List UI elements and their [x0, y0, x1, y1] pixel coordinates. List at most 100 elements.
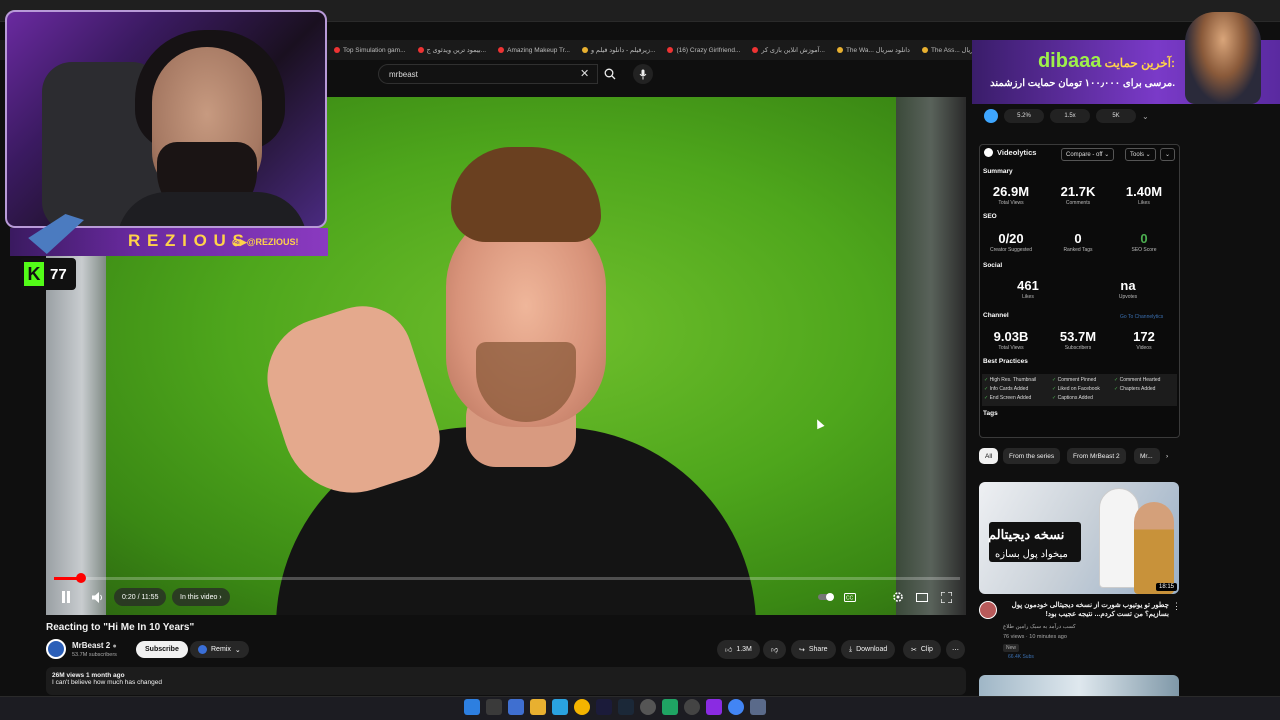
- volume-button[interactable]: [88, 586, 108, 608]
- channel-avatar[interactable]: [46, 639, 66, 659]
- telegram-icon[interactable]: [552, 699, 568, 715]
- bookmark-item[interactable]: Amazing Makeup Tr...: [494, 47, 574, 54]
- stat-pill: 1.5x: [1050, 109, 1090, 123]
- extension-logo-icon[interactable]: [984, 109, 998, 123]
- more-actions-button[interactable]: ⋯: [946, 640, 965, 659]
- best-practice-item: Comment Hearted: [1114, 377, 1161, 383]
- remix-button[interactable]: Remix ⌄: [190, 641, 249, 658]
- chip-from-channel[interactable]: From MrBeast 2: [1067, 448, 1126, 464]
- microphone-icon: [639, 69, 647, 79]
- more-icon[interactable]: ⋮: [1172, 601, 1181, 612]
- verified-icon: ●: [112, 643, 117, 650]
- recommended-title[interactable]: چطور تو یوتیوب شورت از نسخه دیجیتالی خود…: [1001, 601, 1169, 620]
- metric-upvotes: na Upvotes: [1118, 278, 1138, 300]
- chip-all[interactable]: All: [979, 448, 999, 464]
- chip-more[interactable]: Mr...: [1134, 448, 1160, 464]
- search-input[interactable]: mrbeast: [378, 64, 598, 84]
- recommended-channel[interactable]: کسب درآمد به سبک رامین طلاع: [1003, 624, 1076, 630]
- donation-message: مرسی برای ۱۰۰٫۰۰۰ تومان حمایت ارزشمند.: [990, 78, 1175, 89]
- clear-search-icon[interactable]: ✕: [580, 67, 589, 80]
- chips-next-button[interactable]: ›: [1160, 448, 1174, 464]
- best-practice-item: Captions Added: [1052, 395, 1093, 401]
- app-icon[interactable]: [662, 699, 678, 715]
- metric-subscribers: 53.7M Subscribers: [1059, 329, 1097, 351]
- compare-button[interactable]: Compare - off ⌄: [1061, 148, 1115, 161]
- search-button[interactable]: [598, 64, 622, 84]
- search-icon[interactable]: [486, 699, 502, 715]
- settings-button[interactable]: [888, 586, 908, 608]
- bookmark-icon: [498, 47, 505, 53]
- metric-channel-views: 9.03B Total Views: [993, 329, 1029, 351]
- tools-button[interactable]: Tools ⌄: [1125, 148, 1156, 161]
- bookmark-item[interactable]: Top Simulation gam...: [330, 47, 410, 54]
- best-practice-item: Liked on Facebook: [1052, 386, 1100, 392]
- collapse-button[interactable]: ⌄: [1160, 148, 1176, 161]
- chrome-icon[interactable]: [574, 699, 590, 715]
- search-icon: [604, 68, 616, 80]
- channel-name[interactable]: MrBeast 2 ●: [72, 641, 117, 650]
- volume-icon: [92, 591, 102, 603]
- download-button[interactable]: ⤓ Download: [841, 640, 896, 659]
- photoshop-icon[interactable]: [596, 699, 612, 715]
- dislike-button[interactable]: 👎︎: [763, 640, 787, 659]
- video-progress-bar[interactable]: [54, 573, 960, 583]
- pause-button[interactable]: [56, 586, 76, 608]
- recommended-channel-avatar[interactable]: [979, 601, 997, 619]
- subscriber-count: 53.7M subscribers: [72, 652, 117, 658]
- streamer-handle: ◎▶@REZIOUS!: [232, 237, 299, 247]
- windows-start-icon[interactable]: [464, 699, 480, 715]
- app-icon[interactable]: [508, 699, 524, 715]
- bookmark-item[interactable]: (16) Crazy Girlfriend...: [663, 47, 744, 54]
- bookmark-icon: [752, 47, 759, 53]
- thumbs-up-icon: 👍︎: [725, 647, 733, 654]
- theater-mode-button[interactable]: [912, 586, 932, 608]
- calculator-icon[interactable]: [750, 699, 766, 715]
- captions-button[interactable]: CC: [840, 586, 860, 608]
- best-practice-item: High Res. Thumbnail: [984, 377, 1037, 383]
- obs-icon[interactable]: [684, 699, 700, 715]
- bookmark-item[interactable]: The Wa... دانلود سریال: [833, 46, 914, 54]
- scissors-icon: ✂: [911, 646, 917, 654]
- share-icon: ↪: [799, 646, 805, 654]
- best-practice-item: Comment Pinned: [1052, 377, 1097, 383]
- video-controls: 0:20 / 11:55 In this video › CC: [54, 586, 960, 608]
- description-box[interactable]: 26M views 1 month ago I can't believe ho…: [46, 667, 966, 695]
- bookmark-item[interactable]: زیرفیلم - دانلود فیلم و...: [578, 46, 660, 54]
- video-progress-knob[interactable]: [76, 573, 86, 583]
- metric-seo-score: 0 SEO Score: [1131, 231, 1157, 253]
- metric-creator-suggested: 0/20 Creator Suggested: [990, 231, 1032, 253]
- like-button[interactable]: 👍︎ 1.3M: [717, 640, 760, 659]
- metric-total-views: 26.9M Total Views: [992, 184, 1030, 206]
- in-this-video-button[interactable]: In this video ›: [172, 588, 230, 606]
- metric-videos: 172 Videos: [1133, 329, 1155, 351]
- share-button[interactable]: ↪ Share: [791, 640, 836, 659]
- webcam-shirt: [117, 192, 307, 226]
- chip-from-series[interactable]: From the series: [1003, 448, 1061, 464]
- recommended-thumbnail[interactable]: [979, 675, 1179, 697]
- app-icon[interactable]: [706, 699, 722, 715]
- chrome-icon[interactable]: [728, 699, 744, 715]
- thumbnail-subcaption: میخواد پول بسازه: [995, 549, 1068, 560]
- bookmark-icon: [921, 47, 928, 53]
- app-icon[interactable]: [640, 699, 656, 715]
- section-tags: Tags: [983, 410, 998, 417]
- chevron-down-icon: ⌄: [1165, 152, 1171, 158]
- description-text: I can't believe how much has changed: [52, 679, 163, 686]
- fullscreen-icon: [940, 591, 952, 603]
- stat-pill: 5K: [1096, 109, 1136, 123]
- go-to-channelytics-link[interactable]: Go To Channelytics: [1120, 314, 1163, 320]
- subscribe-button[interactable]: Subscribe: [136, 641, 188, 658]
- metric-ranked-tags: 0 Ranked Tags: [1063, 231, 1093, 253]
- chevron-down-icon[interactable]: ⌄: [1142, 112, 1149, 121]
- file-explorer-icon[interactable]: [530, 699, 546, 715]
- video-duration: 18:15: [1156, 583, 1178, 591]
- clip-button[interactable]: ✂ Clip: [903, 640, 941, 659]
- voice-search-button[interactable]: [633, 64, 653, 84]
- video-frame-person-hair: [451, 147, 601, 242]
- bookmark-item[interactable]: بیمود ترین ویدئوی ج...: [414, 46, 491, 54]
- bookmark-item[interactable]: آموزش انلاین بازی کر...: [748, 46, 829, 54]
- autoplay-toggle-icon: [818, 593, 834, 601]
- fullscreen-button[interactable]: [936, 586, 956, 608]
- autoplay-toggle[interactable]: [816, 586, 836, 608]
- steam-icon[interactable]: [618, 699, 634, 715]
